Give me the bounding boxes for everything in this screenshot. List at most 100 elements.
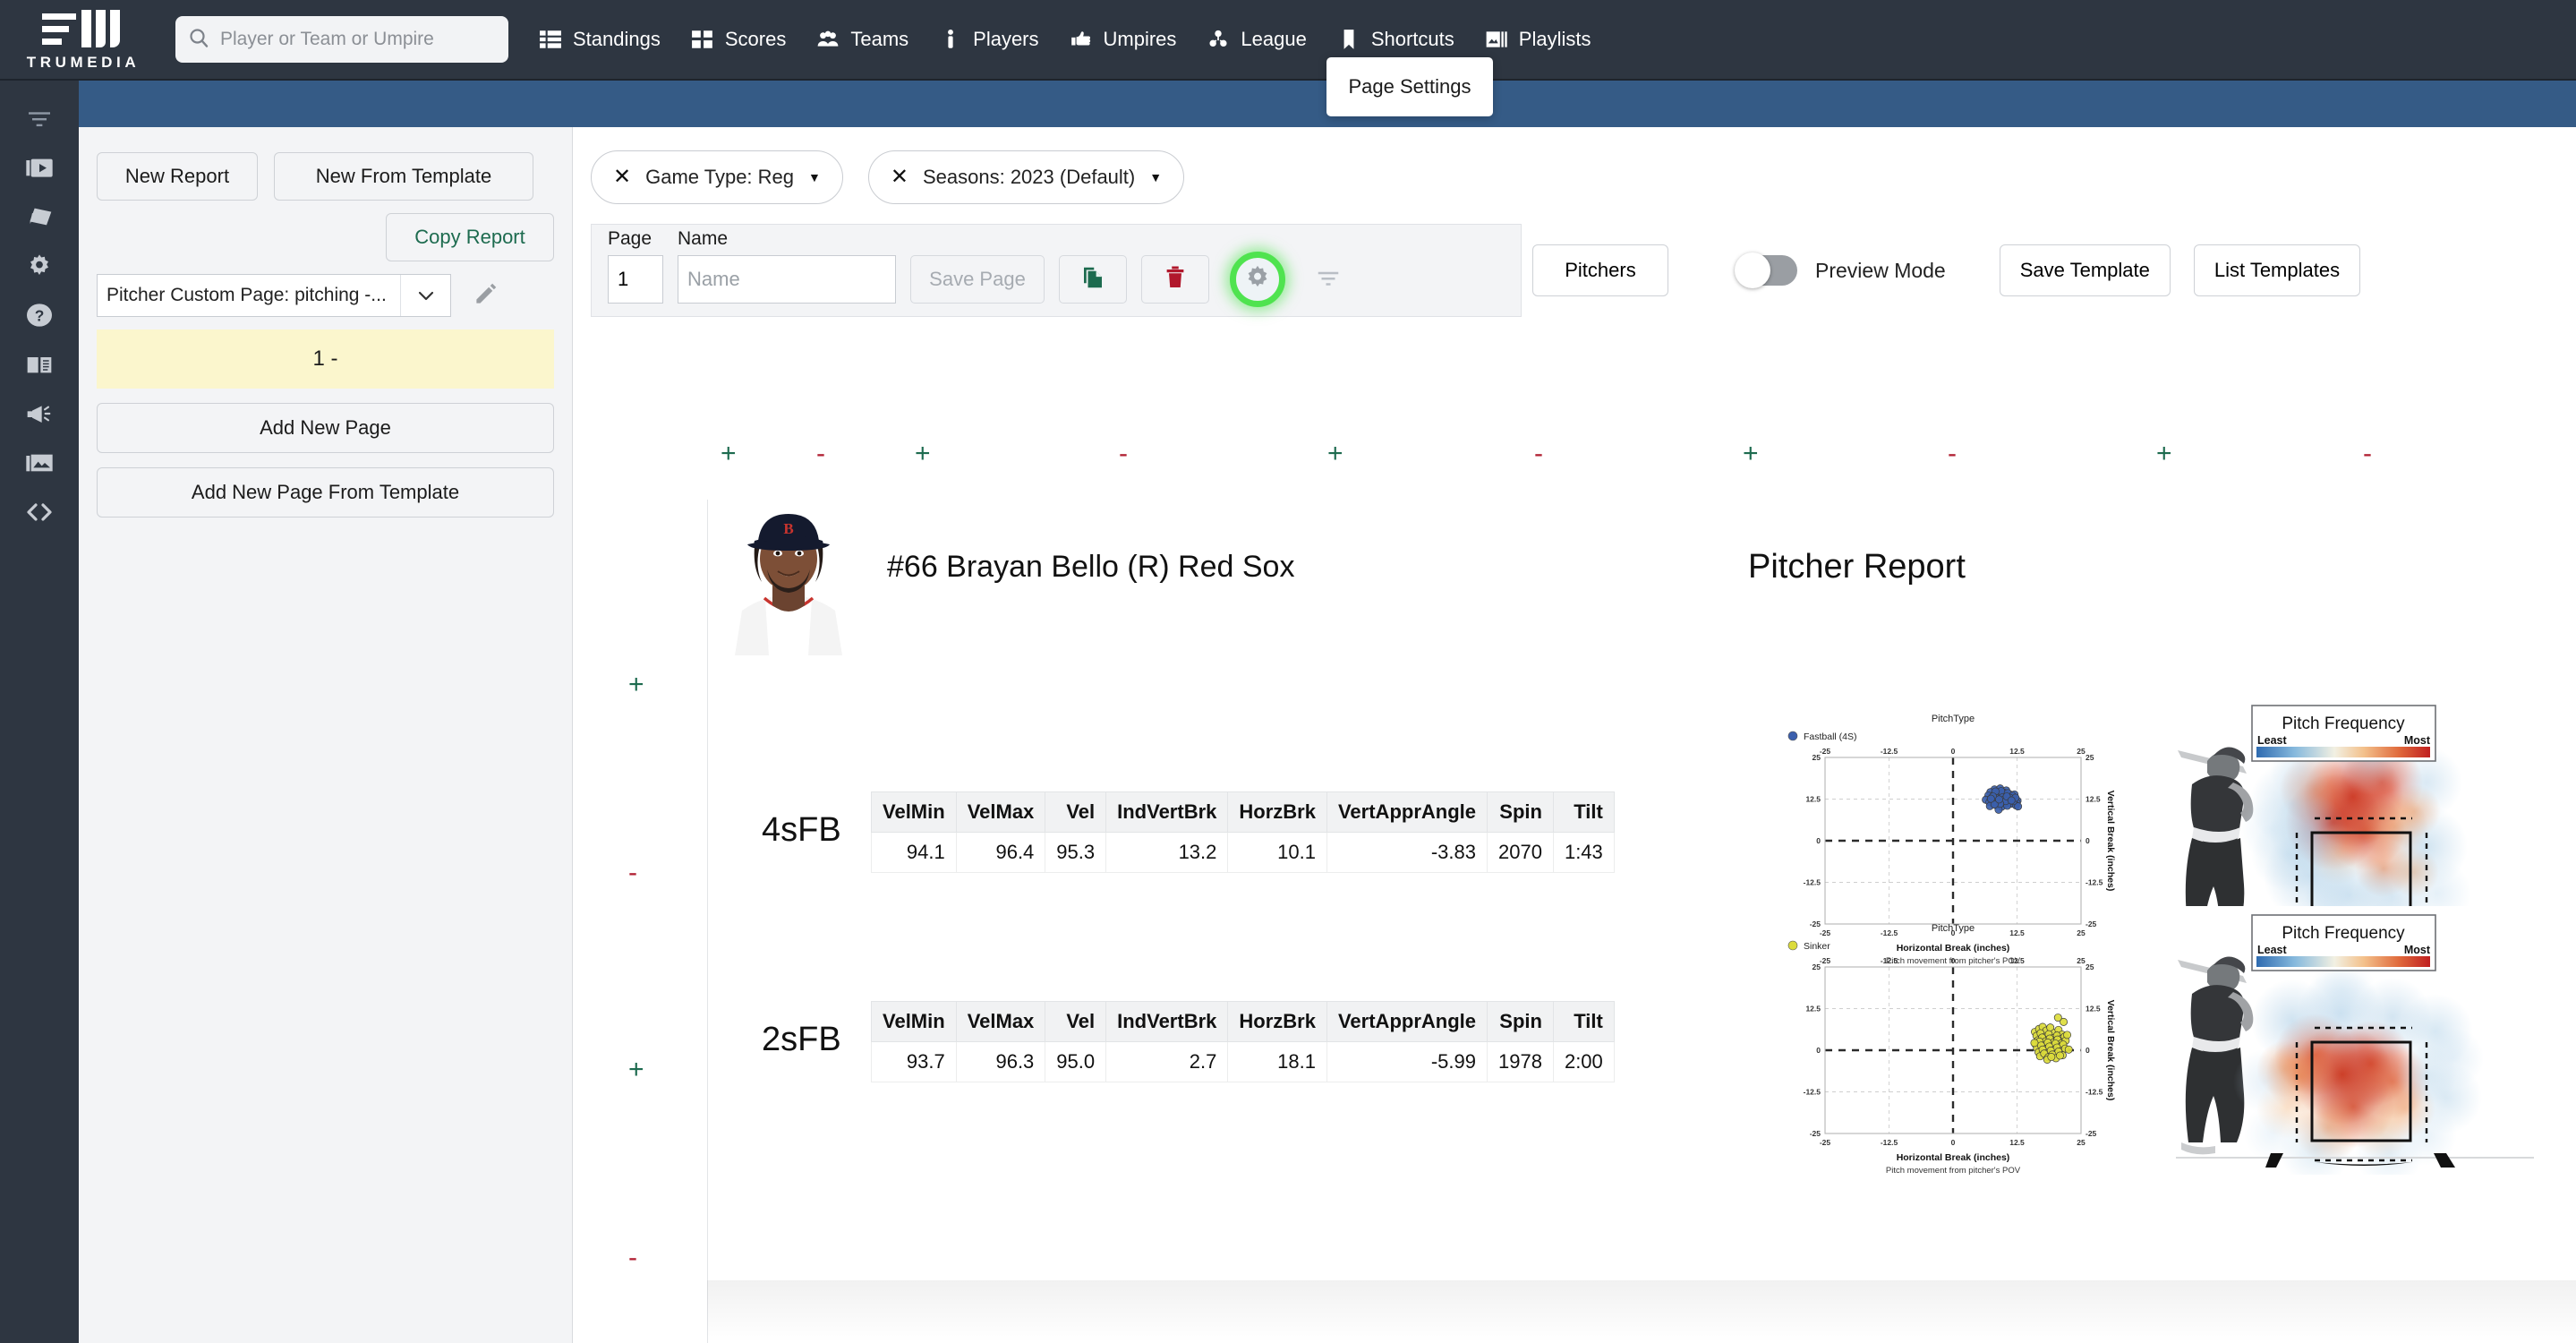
add-column-button[interactable]: + — [721, 441, 737, 467]
column-resize-controls: + - + - + - + - + - + - + - — [0, 441, 2576, 469]
page-list-item-1[interactable]: 1 - — [97, 329, 554, 389]
col-horzbrk: HorzBrk — [1228, 792, 1327, 833]
svg-text:0: 0 — [1951, 956, 1956, 965]
add-row-button[interactable]: + — [628, 672, 644, 698]
left-icon-rail: ? — [0, 81, 79, 1343]
report-select[interactable]: Pitcher Custom Page: pitching -... — [97, 274, 451, 317]
global-search[interactable] — [175, 16, 508, 63]
col-velmax: VelMax — [956, 792, 1045, 833]
search-input[interactable] — [220, 29, 496, 50]
new-from-template-button[interactable]: New From Template — [274, 152, 533, 201]
pitch-type-label-2sfb: 2sFB — [762, 1021, 841, 1059]
svg-text:25: 25 — [1813, 753, 1821, 762]
svg-text:-25: -25 — [1820, 956, 1831, 965]
rail-item-glossary[interactable] — [0, 339, 79, 389]
nav-item-umpires[interactable]: Umpires — [1070, 28, 1177, 51]
chevron-down-icon[interactable]: ▼ — [1149, 170, 1162, 184]
remove-column-button[interactable]: - — [1534, 441, 1543, 467]
add-column-button[interactable]: + — [2156, 441, 2172, 467]
remove-column-button[interactable]: - — [1119, 441, 1128, 467]
add-row-button[interactable]: + — [628, 1056, 644, 1083]
brand-wordmark: TRUMEDIA — [27, 54, 141, 72]
remove-column-button[interactable]: - — [816, 441, 825, 467]
page-settings-button[interactable] — [1224, 255, 1292, 304]
remove-column-button[interactable]: - — [2363, 441, 2372, 467]
trumedia-logo[interactable]: TRUMEDIA — [7, 8, 159, 72]
svg-text:-25: -25 — [1810, 1129, 1821, 1138]
table-row: 94.1 96.4 95.3 13.2 10.1 -3.83 2070 1:43 — [872, 833, 1615, 873]
nav-item-scores[interactable]: Scores — [691, 28, 786, 51]
svg-text:12.5: 12.5 — [1805, 795, 1821, 804]
table-row: 93.7 96.3 95.0 2.7 18.1 -5.99 1978 2:00 — [872, 1042, 1615, 1082]
report-side-panel: New Report New From Template Copy Report… — [79, 127, 573, 1343]
col-velmin: VelMin — [872, 792, 957, 833]
svg-text:0: 0 — [1816, 836, 1821, 845]
playlists-icon — [1485, 28, 1508, 51]
page-number-input[interactable] — [608, 255, 663, 304]
col-indvertbrk: IndVertBrk — [1106, 792, 1228, 833]
nav-label: League — [1241, 28, 1306, 51]
add-column-button[interactable]: + — [1327, 441, 1343, 467]
stats-table-2sfb: VelMin VelMax Vel IndVertBrk HorzBrk Ver… — [871, 1001, 1615, 1082]
svg-text:25: 25 — [1813, 962, 1821, 971]
delete-page-button[interactable] — [1141, 255, 1209, 304]
copy-report-row: Copy Report — [97, 201, 554, 261]
nav-label: Teams — [850, 28, 908, 51]
filter-chip-label: Game Type: Reg — [645, 166, 794, 189]
svg-text:25: 25 — [2086, 753, 2094, 762]
nav-item-shortcuts[interactable]: Shortcuts — [1337, 28, 1454, 51]
preview-mode-toggle[interactable] — [1736, 255, 1797, 286]
edit-pencil-icon[interactable] — [473, 280, 499, 312]
new-report-button[interactable]: New Report — [97, 152, 258, 201]
chevron-down-icon[interactable]: ▼ — [808, 170, 821, 184]
rail-item-code[interactable] — [0, 487, 79, 536]
save-page-button[interactable]: Save Page — [910, 255, 1045, 304]
rail-item-help[interactable]: ? — [0, 290, 79, 339]
rail-item-cards[interactable] — [0, 192, 79, 241]
league-icon — [1207, 28, 1230, 51]
page-name-input[interactable] — [678, 255, 896, 304]
duplicate-page-button[interactable] — [1059, 255, 1127, 304]
svg-text:Vertical Break (inches): Vertical Break (inches) — [2105, 791, 2116, 892]
svg-text:0: 0 — [2086, 836, 2090, 845]
cell-vertapprangle: -3.83 — [1326, 833, 1487, 873]
remove-row-button[interactable]: - — [628, 860, 637, 886]
copy-report-button[interactable]: Copy Report — [386, 213, 554, 261]
col-horzbrk: HorzBrk — [1228, 1002, 1327, 1042]
rail-item-video[interactable] — [0, 142, 79, 192]
nav-item-standings[interactable]: Standings — [539, 28, 661, 51]
add-new-page-from-template-button[interactable]: Add New Page From Template — [97, 467, 554, 518]
svg-text:Sinker: Sinker — [1804, 941, 1830, 952]
svg-text:PitchType: PitchType — [1932, 923, 1975, 934]
help-circle-icon: ? — [25, 301, 54, 329]
cell-horzbrk: 18.1 — [1228, 1042, 1327, 1082]
add-column-button[interactable]: + — [1743, 441, 1759, 467]
filter-chip-bar: ✕ Game Type: Reg ▼ ✕ Seasons: 2023 (Defa… — [591, 143, 2569, 211]
nav-item-league[interactable]: League — [1207, 28, 1306, 51]
svg-text:-25: -25 — [2086, 1129, 2097, 1138]
remove-column-button[interactable]: - — [1948, 441, 1957, 467]
nav-item-players[interactable]: Players — [939, 28, 1038, 51]
rail-item-announcements[interactable] — [0, 389, 79, 438]
add-column-button[interactable]: + — [915, 441, 931, 467]
sort-button[interactable] — [1306, 255, 1351, 304]
remove-row-button[interactable]: - — [628, 1245, 637, 1271]
player-headshot: B — [708, 500, 869, 655]
rail-item-filter[interactable] — [0, 93, 79, 142]
nav-item-teams[interactable]: Teams — [816, 28, 908, 51]
col-indvertbrk: IndVertBrk — [1106, 1002, 1228, 1042]
close-icon[interactable]: ✕ — [891, 167, 908, 188]
rail-item-settings[interactable] — [0, 241, 79, 290]
nav-item-playlists[interactable]: Playlists — [1485, 28, 1591, 51]
umpires-icon — [1070, 28, 1093, 51]
col-spin: Spin — [1488, 1002, 1554, 1042]
nav-label: Playlists — [1519, 28, 1591, 51]
list-templates-button[interactable]: List Templates — [2194, 244, 2360, 296]
filter-chip-seasons[interactable]: ✕ Seasons: 2023 (Default) ▼ — [868, 150, 1184, 204]
filter-chip-game-type[interactable]: ✕ Game Type: Reg ▼ — [591, 150, 843, 204]
page-number-label: Page — [608, 228, 663, 250]
save-template-button[interactable]: Save Template — [2000, 244, 2171, 296]
close-icon[interactable]: ✕ — [613, 167, 631, 188]
col-tilt: Tilt — [1553, 792, 1614, 833]
pitchers-button[interactable]: Pitchers — [1532, 244, 1668, 296]
